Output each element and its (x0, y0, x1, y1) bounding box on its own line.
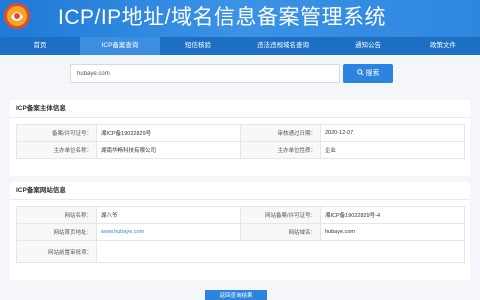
table-row: 主办单位名称： 湖南华畅科技有限公司 主办单位性质： 企业 (16, 141, 465, 159)
search-button[interactable]: 搜索 (343, 64, 393, 83)
subject-info-title: ICP备案主体信息 (10, 100, 470, 118)
approval-date-value: 2020-12-07 (320, 124, 465, 142)
search-area: 搜索 (0, 55, 480, 95)
website-record-number-value: 湘ICP备19022829号-4 (320, 206, 465, 224)
ministry-emblem-icon (4, 3, 30, 29)
nav-item-illegal-domain[interactable]: 违法违规域名查询 (236, 37, 330, 55)
website-domain-label: 网站域名： (240, 223, 321, 241)
nav-item-home[interactable]: 首页 (0, 37, 80, 55)
website-info-table: 网站名称： 湖八爷 网站备案/许可证号： 湘ICP备19022829号-4 网站… (16, 206, 465, 263)
website-record-number-label: 网站备案/许可证号： (240, 206, 321, 224)
search-icon (356, 69, 364, 76)
website-info-panel: ICP备案网站信息 网站名称： 湖八爷 网站备案/许可证号： 湘ICP备1902… (10, 182, 470, 280)
table-row: 网站前置审批项： (16, 240, 465, 263)
return-to-results-button[interactable]: 返回查询结果 (205, 290, 267, 300)
homepage-url-label: 网站首页地址： (16, 223, 97, 241)
record-number-label: 备案/许可证号： (16, 124, 97, 142)
pre-approval-label: 网站前置审批项： (16, 240, 97, 263)
website-domain-value: hubaye.com (320, 223, 465, 241)
nav-item-icp-query[interactable]: ICP备案查询 (80, 37, 160, 55)
table-row: 备案/许可证号： 湘ICP备19022829号 审核通过日期： 2020-12-… (16, 124, 465, 142)
organizer-type-label: 主办单位性质： (240, 141, 321, 159)
search-input[interactable] (70, 64, 340, 83)
main-nav: 首页 ICP备案查询 短信核验 违法违规域名查询 通知公告 政策文件 (0, 37, 480, 55)
site-title: ICP/IP地址/域名信息备案管理系统 (58, 6, 387, 29)
organizer-name-label: 主办单位名称： (16, 141, 97, 159)
search-button-label: 搜索 (365, 70, 380, 77)
organizer-name-value: 湖南华畅科技有限公司 (96, 141, 241, 159)
pre-approval-value (96, 240, 465, 263)
subject-info-panel: ICP备案主体信息 备案/许可证号： 湘ICP备19022829号 审核通过日期… (10, 100, 470, 176)
nav-item-policy[interactable]: 政策文件 (406, 37, 480, 55)
website-info-title: ICP备案网站信息 (10, 182, 470, 200)
approval-date-label: 审核通过日期： (240, 124, 321, 142)
website-name-label: 网站名称： (16, 206, 97, 224)
subject-info-table: 备案/许可证号： 湘ICP备19022829号 审核通过日期： 2020-12-… (16, 124, 465, 159)
website-name-value: 湖八爷 (96, 206, 241, 224)
homepage-url-value: www.hubaye.com (96, 223, 241, 241)
nav-item-sms-verify[interactable]: 短信核验 (160, 37, 236, 55)
header-banner: ICP/IP地址/域名信息备案管理系统 (0, 0, 480, 37)
record-number-value: 湘ICP备19022829号 (96, 124, 241, 142)
table-row: 网站首页地址： www.hubaye.com 网站域名： hubaye.com (16, 223, 465, 241)
homepage-url-link[interactable]: www.hubaye.com (101, 229, 144, 235)
nav-item-notices[interactable]: 通知公告 (330, 37, 406, 55)
organizer-type-value: 企业 (320, 141, 465, 159)
table-row: 网站名称： 湖八爷 网站备案/许可证号： 湘ICP备19022829号-4 (16, 206, 465, 224)
